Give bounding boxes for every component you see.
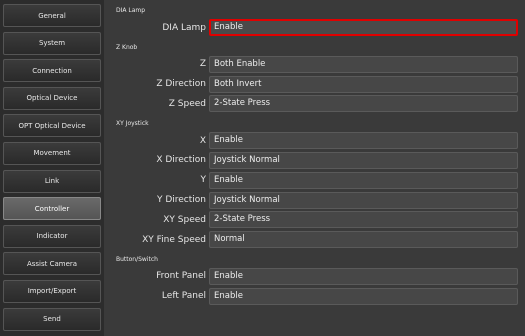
setting-row-y-direction: Y Direction Joystick Normal xyxy=(104,191,525,210)
setting-label: X Direction xyxy=(156,155,206,166)
z-speed-dropdown[interactable]: 2-State Press xyxy=(209,95,518,113)
sidebar-item-system[interactable]: System xyxy=(3,31,101,55)
setting-row-z-direction: Z Direction Both Invert xyxy=(104,75,525,94)
setting-row-xy-speed: XY Speed 2-State Press xyxy=(104,210,525,229)
setting-label: Z xyxy=(199,59,206,70)
setting-label: Z Speed xyxy=(168,98,206,109)
setting-row-dia-lamp: DIA Lamp Enable xyxy=(104,18,525,37)
setting-row-xy-fine-speed: XY Fine Speed Normal xyxy=(104,230,525,249)
setting-label: Y xyxy=(200,175,207,186)
y-direction-dropdown[interactable]: Joystick Normal xyxy=(209,191,518,209)
setting-label: Z Direction xyxy=(156,79,206,90)
sidebar-item-link[interactable]: Link xyxy=(3,169,101,193)
sidebar-item-connection[interactable]: Connection xyxy=(3,59,101,83)
setting-row-z: Z Both Enable xyxy=(104,55,525,74)
setting-label: X xyxy=(199,135,206,146)
setting-row-left-panel: Left Panel Enable xyxy=(104,287,525,306)
x-direction-dropdown[interactable]: Joystick Normal xyxy=(209,151,518,169)
xy-fine-speed-dropdown[interactable]: Normal xyxy=(209,231,518,249)
xy-speed-dropdown[interactable]: 2-State Press xyxy=(209,211,518,229)
setting-row-z-speed: Z Speed 2-State Press xyxy=(104,94,525,113)
z-dropdown[interactable]: Both Enable xyxy=(209,55,518,73)
sidebar: General System Connection Optical Device… xyxy=(0,0,104,336)
sidebar-item-indicator[interactable]: Indicator xyxy=(3,224,101,248)
setting-row-front-panel: Front Panel Enable xyxy=(104,267,525,286)
y-dropdown[interactable]: Enable xyxy=(209,171,518,189)
left-panel-dropdown[interactable]: Enable xyxy=(209,287,518,305)
sidebar-item-general[interactable]: General xyxy=(3,4,101,27)
sidebar-item-import-export[interactable]: Import/Export xyxy=(3,279,101,303)
setting-label: Y Direction xyxy=(156,195,206,206)
dia-lamp-dropdown[interactable]: Enable xyxy=(209,19,518,36)
setting-label: DIA Lamp xyxy=(162,22,206,33)
x-dropdown[interactable]: Enable xyxy=(209,132,518,150)
setting-label: XY Fine Speed xyxy=(142,234,206,245)
setting-label: XY Speed xyxy=(163,214,206,225)
setting-row-y: Y Enable xyxy=(104,171,525,190)
setting-row-x-direction: X Direction Joystick Normal xyxy=(104,151,525,170)
setting-label: Left Panel xyxy=(161,291,206,302)
settings-panel: DIA Lamp DIA Lamp Enable Z Knob Z Both E… xyxy=(104,0,525,336)
section-title-z-knob: Z Knob xyxy=(116,43,138,51)
z-direction-dropdown[interactable]: Both Invert xyxy=(209,75,518,93)
setting-label: Front Panel xyxy=(156,271,206,282)
sidebar-item-assist-camera[interactable]: Assist Camera xyxy=(3,252,101,276)
sidebar-item-optical-device[interactable]: Optical Device xyxy=(3,86,101,110)
setting-row-x: X Enable xyxy=(104,131,525,150)
section-title-dia-lamp: DIA Lamp xyxy=(116,7,146,14)
send-button[interactable]: Send xyxy=(3,307,101,331)
front-panel-dropdown[interactable]: Enable xyxy=(209,267,518,285)
sidebar-item-movement[interactable]: Movement xyxy=(3,141,101,165)
sidebar-item-controller[interactable]: Controller xyxy=(3,197,101,221)
section-title-button-switch: Button/Switch xyxy=(116,255,158,263)
section-title-xy-joystick: XY Joystick xyxy=(116,120,149,128)
settings-window: General System Connection Optical Device… xyxy=(0,0,525,336)
sidebar-item-opt-optical-device[interactable]: OPT Optical Device xyxy=(3,114,101,138)
